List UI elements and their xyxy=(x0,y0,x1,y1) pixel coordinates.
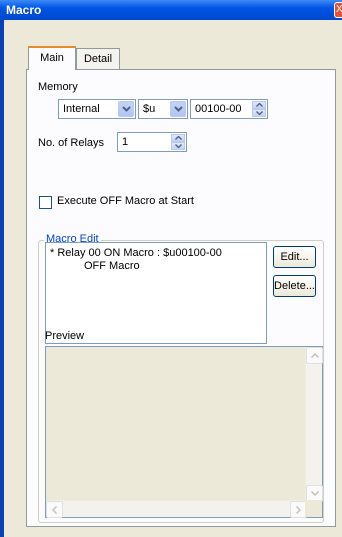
chevron-down-icon xyxy=(118,101,134,117)
scroll-left-arrow-icon[interactable] xyxy=(46,501,63,518)
preview-horizontal-scrollbar[interactable] xyxy=(46,500,307,518)
memory-type-dropdown[interactable]: Internal xyxy=(58,99,136,119)
memory-type-value: Internal xyxy=(63,103,100,115)
delete-button[interactable]: Delete... xyxy=(273,275,316,297)
edit-button[interactable]: Edit... xyxy=(273,246,316,268)
macro-list-item[interactable]: OFF Macro xyxy=(50,260,262,273)
relays-spinbox[interactable]: 1 xyxy=(117,132,187,152)
spin-up-icon[interactable] xyxy=(171,134,185,142)
tab-main-label: Main xyxy=(40,52,64,64)
window-title: Macro xyxy=(6,3,42,17)
close-icon: X xyxy=(335,4,342,15)
chevron-down-icon xyxy=(170,101,186,117)
close-button[interactable]: X xyxy=(334,2,342,18)
tab-main[interactable]: Main xyxy=(28,46,76,70)
preview-vertical-scrollbar[interactable] xyxy=(305,347,323,502)
memory-prefix-value: $u xyxy=(143,103,156,115)
tab-detail[interactable]: Detail xyxy=(76,48,120,70)
tab-detail-label: Detail xyxy=(83,53,113,65)
preview-label: Preview xyxy=(45,330,85,342)
spin-down-icon[interactable] xyxy=(252,109,266,117)
preview-area xyxy=(45,346,323,518)
window-titlebar: Macro xyxy=(0,0,342,20)
macro-list-item[interactable]: * Relay 00 ON Macro : $u00100-00 xyxy=(50,247,262,260)
memory-label: Memory xyxy=(38,81,78,93)
spin-up-icon[interactable] xyxy=(252,101,266,109)
memory-prefix-dropdown[interactable]: $u xyxy=(138,99,188,119)
scroll-up-arrow-icon[interactable] xyxy=(306,347,323,364)
memory-address-value: 00100-00 xyxy=(195,103,242,115)
relays-label: No. of Relays xyxy=(38,137,105,149)
execute-off-macro-label: Execute OFF Macro at Start xyxy=(57,195,194,207)
macro-list[interactable]: * Relay 00 ON Macro : $u00100-00 OFF Mac… xyxy=(45,242,267,344)
memory-address-spinbox[interactable]: 00100-00 xyxy=(190,99,268,119)
spin-down-icon[interactable] xyxy=(171,142,185,150)
execute-off-macro-checkbox[interactable] xyxy=(39,196,52,209)
relays-value: 1 xyxy=(122,136,129,148)
scrollbar-corner xyxy=(305,500,322,517)
